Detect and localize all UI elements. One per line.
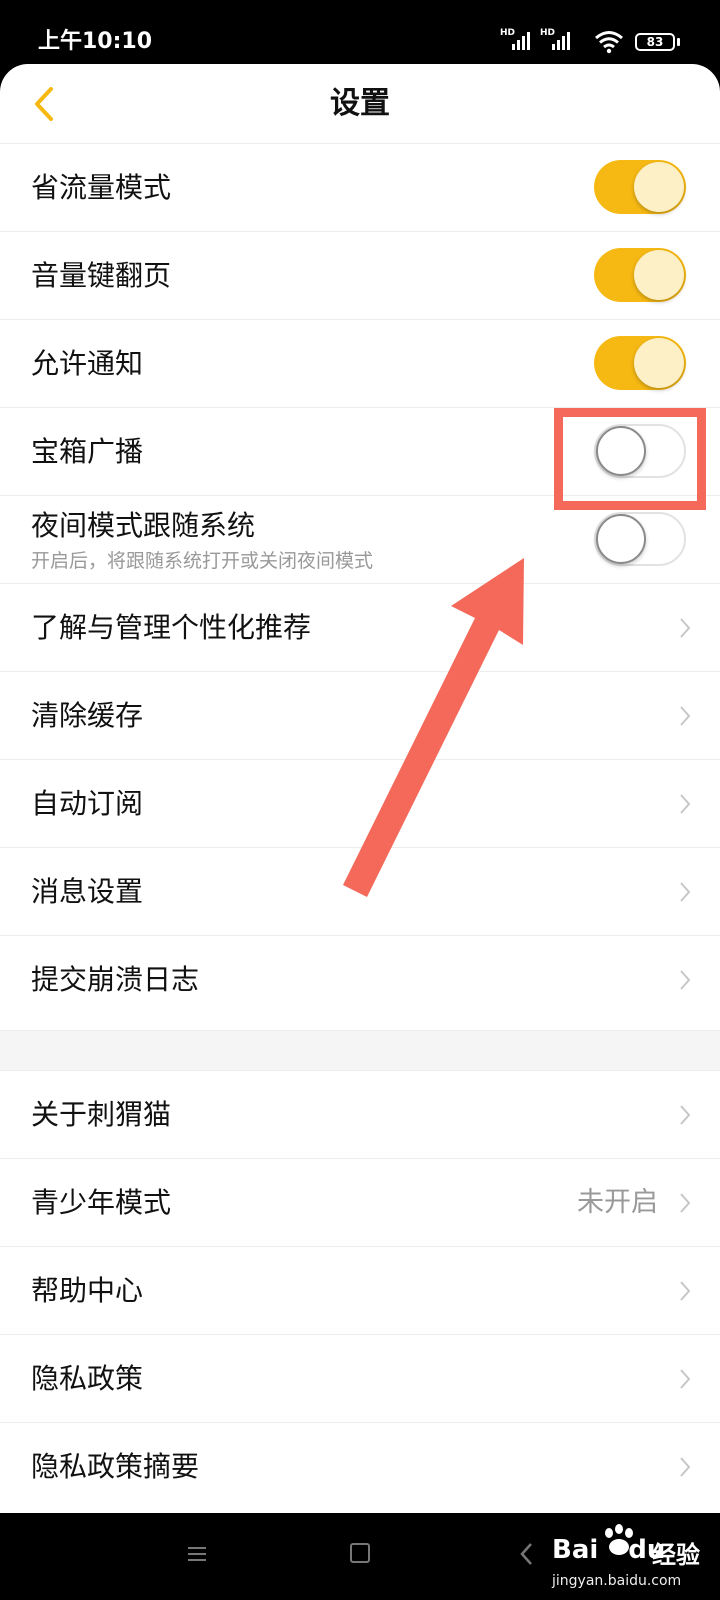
setting-row-teen-mode[interactable]: 青少年模式 未开启: [0, 1158, 720, 1246]
setting-row-message-settings[interactable]: 消息设置: [0, 847, 720, 935]
setting-label: 青少年模式: [31, 1186, 172, 1219]
setting-row-personalized-recommendation[interactable]: 了解与管理个性化推荐: [0, 583, 720, 671]
back-button[interactable]: [20, 80, 68, 128]
status-bar: 上午10:10 HD HD 83: [0, 0, 720, 66]
setting-label: 帮助中心: [31, 1274, 144, 1307]
signal-icon: HD: [540, 28, 572, 52]
battery-level: 83: [646, 35, 664, 49]
setting-label: 省流量模式: [31, 171, 172, 204]
setting-row-privacy-policy[interactable]: 隐私政策: [0, 1334, 720, 1422]
setting-row-clear-cache[interactable]: 清除缓存: [0, 671, 720, 759]
setting-label: 关于刺猬猫: [31, 1098, 172, 1131]
watermark-url: jingyan.baidu.com: [552, 1573, 682, 1589]
chevron-right-icon: [680, 970, 691, 990]
setting-label: 消息设置: [31, 875, 144, 908]
setting-row-submit-crash-log[interactable]: 提交崩溃日志: [0, 935, 720, 1023]
setting-row-data-saver: 省流量模式: [0, 143, 720, 231]
chevron-right-icon: [680, 1105, 691, 1125]
setting-row-auto-subscribe[interactable]: 自动订阅: [0, 759, 720, 847]
setting-label: 自动订阅: [31, 787, 144, 820]
chevron-right-icon: [680, 882, 691, 902]
chevron-left-icon: [35, 87, 53, 121]
setting-label: 夜间模式跟随系统: [31, 509, 256, 542]
wifi-icon: [595, 31, 623, 54]
watermark-jingyan: 经验: [652, 1541, 700, 1569]
setting-description: 开启后，将跟随系统打开或关闭夜间模式: [31, 550, 374, 572]
notifications-toggle[interactable]: [594, 336, 686, 390]
volume-key-toggle[interactable]: [594, 248, 686, 302]
battery-nub: [677, 38, 680, 46]
section-divider: [0, 1030, 720, 1071]
chevron-right-icon: [680, 1193, 691, 1213]
night-mode-follow-system-toggle[interactable]: [594, 512, 686, 566]
data-saver-toggle[interactable]: [594, 160, 686, 214]
setting-row-help-center[interactable]: 帮助中心: [0, 1246, 720, 1334]
chevron-right-icon: [680, 1369, 691, 1389]
battery-icon: 83: [635, 33, 675, 51]
annotation-highlight-box: [554, 408, 706, 510]
watermark-bai: Bai: [552, 1535, 599, 1565]
setting-row-notifications: 允许通知: [0, 319, 720, 407]
setting-label: 音量键翻页: [31, 259, 172, 292]
page-title: 设置: [330, 86, 390, 121]
setting-label: 允许通知: [31, 347, 144, 380]
baidu-jingyan-watermark: Bai du 经验 jingyan.baidu.com: [552, 1521, 712, 1597]
settings-screen: 设置 省流量模式 音量键翻页 允许通知 宝箱广播 夜间模式跟随系统 开启后，将跟…: [0, 64, 720, 1513]
setting-label: 隐私政策: [31, 1362, 144, 1395]
chevron-right-icon: [680, 794, 691, 814]
baidu-paw-icon: [605, 1524, 633, 1555]
chevron-right-icon: [680, 706, 691, 726]
setting-row-privacy-summary[interactable]: 隐私政策摘要: [0, 1422, 720, 1510]
setting-row-about[interactable]: 关于刺猬猫: [0, 1070, 720, 1158]
toggle-knob: [634, 250, 684, 300]
system-nav-bar: Bai du 经验 jingyan.baidu.com: [0, 1513, 720, 1600]
signal-icon: HD: [500, 28, 532, 52]
status-time: 上午10:10: [38, 29, 153, 54]
setting-row-volume-key: 音量键翻页: [0, 231, 720, 319]
toggle-knob: [634, 162, 684, 212]
back-icon[interactable]: [518, 1541, 534, 1567]
chevron-right-icon: [680, 1457, 691, 1477]
setting-label: 宝箱广播: [31, 435, 144, 468]
hd-label: HD: [500, 28, 516, 38]
setting-label: 隐私政策摘要: [31, 1450, 200, 1483]
toggle-knob: [596, 514, 646, 564]
setting-label: 了解与管理个性化推荐: [31, 611, 312, 644]
setting-label: 提交崩溃日志: [31, 963, 200, 996]
menu-icon[interactable]: [186, 1543, 208, 1565]
teen-mode-status: 未开启: [577, 1187, 658, 1218]
header: 设置: [0, 64, 720, 144]
chevron-right-icon: [680, 1281, 691, 1301]
chevron-right-icon: [680, 618, 691, 638]
home-icon[interactable]: [350, 1543, 370, 1563]
hd-label: HD: [540, 28, 556, 38]
setting-label: 清除缓存: [31, 699, 144, 732]
toggle-knob: [634, 338, 684, 388]
